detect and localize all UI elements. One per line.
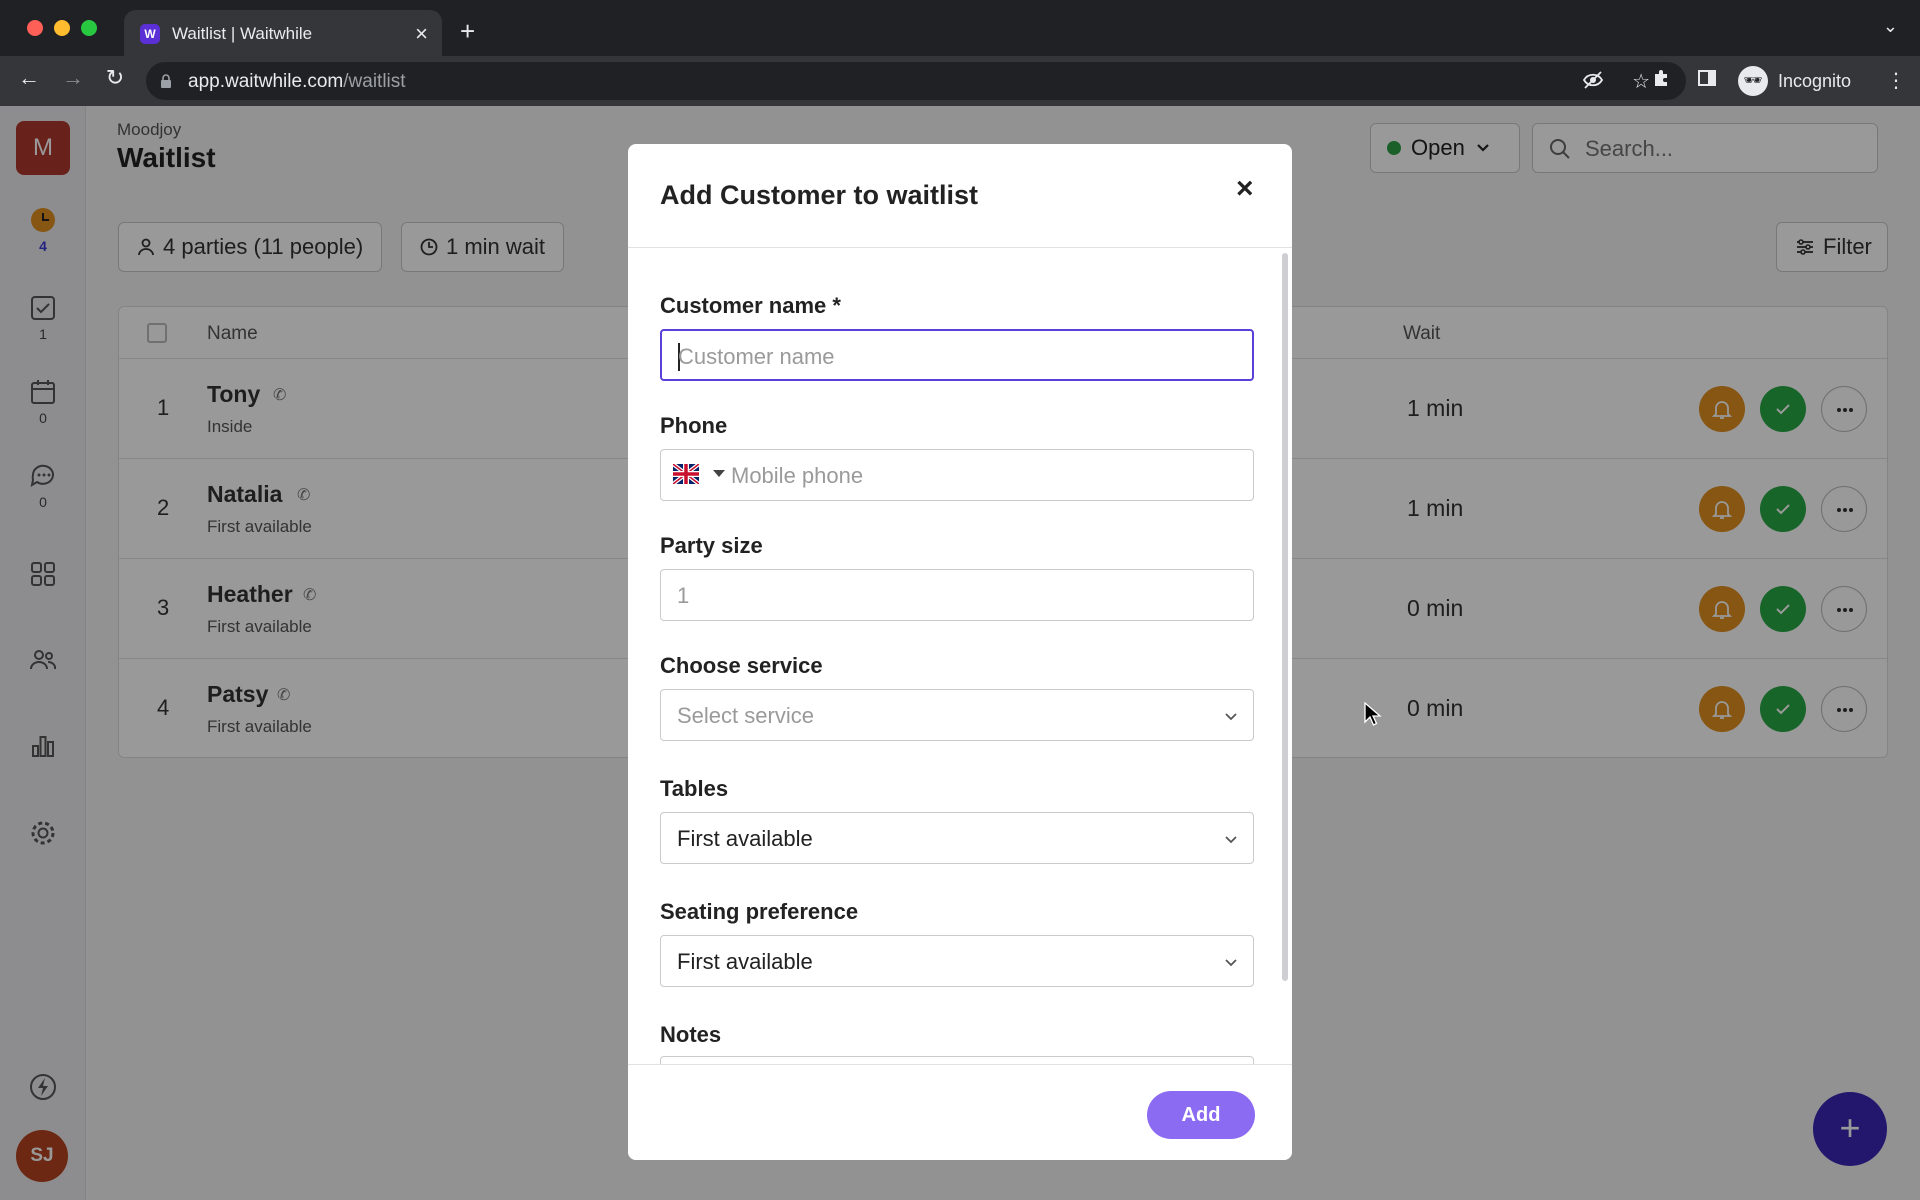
seating-preference-label: Seating preference: [660, 899, 859, 924]
dialog-scrollbar[interactable]: [1282, 253, 1288, 981]
incognito-label: Incognito: [1778, 70, 1852, 91]
mouse-cursor-icon: [1364, 702, 1382, 726]
customer-name-label: Customer name *: [660, 293, 841, 318]
waitwhile-favicon-icon: W: [140, 24, 160, 44]
country-dropdown-caret-icon[interactable]: [713, 470, 725, 477]
tables-label: Tables: [660, 776, 729, 801]
bookmark-star-icon[interactable]: ☆: [1632, 69, 1650, 94]
browser-toolbar: ← → ↻ app.waitwhile.com/waitlist ☆ 🕶 Inc…: [0, 56, 1920, 106]
window-close-button[interactable]: [27, 20, 43, 36]
url-text: app.waitwhile.com/waitlist: [188, 71, 406, 93]
extensions-puzzle-icon[interactable]: [1652, 68, 1672, 94]
window-minimize-button[interactable]: [54, 20, 70, 36]
seating-preference-select[interactable]: First available: [660, 935, 1254, 987]
address-bar[interactable]: app.waitwhile.com/waitlist ☆: [146, 62, 1686, 100]
chevron-down-icon: [1225, 713, 1237, 721]
url-path: /waitlist: [343, 71, 406, 92]
service-select[interactable]: Select service: [660, 689, 1254, 741]
party-size-label: Party size: [660, 533, 763, 558]
tab-title: Waitlist | Waitwhile: [172, 24, 313, 43]
party-size-placeholder: 1: [677, 583, 690, 608]
lock-icon: [161, 74, 171, 88]
dialog-title: Add Customer to waitlist: [660, 180, 979, 210]
add-customer-dialog: Add Customer to waitlist × Customer name…: [628, 144, 1292, 1160]
close-icon[interactable]: ×: [1236, 172, 1254, 206]
phone-placeholder: Mobile phone: [731, 463, 864, 488]
back-arrow-icon[interactable]: ←: [14, 65, 44, 91]
eye-slash-icon[interactable]: [1582, 69, 1604, 97]
dialog-footer: Add: [628, 1064, 1292, 1160]
new-tab-icon[interactable]: +: [460, 16, 475, 47]
chevron-down-icon: [1225, 836, 1237, 844]
notes-label: Notes: [660, 1022, 722, 1047]
phone-input[interactable]: Mobile phone: [660, 449, 1254, 501]
browser-tab[interactable]: W Waitlist | Waitwhile ×: [124, 10, 442, 56]
tables-value: First available: [677, 826, 813, 851]
party-size-input[interactable]: 1: [660, 569, 1254, 621]
service-label: Choose service: [660, 653, 823, 678]
browser-menu-icon[interactable]: ⋮: [1886, 68, 1906, 93]
customer-name-placeholder: Customer name: [678, 344, 835, 369]
uk-flag-icon: [673, 464, 699, 484]
phone-label: Phone: [660, 413, 728, 438]
side-panel-icon[interactable]: [1697, 68, 1717, 94]
incognito-profile-button[interactable]: 🕶 Incognito: [1738, 64, 1851, 98]
customer-name-input[interactable]: Customer name: [660, 329, 1254, 381]
browser-tab-bar: W Waitlist | Waitwhile × + ⌄: [0, 0, 1920, 56]
tables-select[interactable]: First available: [660, 812, 1254, 864]
url-host: app.waitwhile.com: [188, 71, 344, 92]
add-button[interactable]: Add: [1147, 1091, 1255, 1139]
dialog-header: Add Customer to waitlist ×: [628, 144, 1292, 248]
window-zoom-button[interactable]: [81, 20, 97, 36]
forward-arrow-icon[interactable]: →: [58, 65, 88, 91]
service-placeholder: Select service: [677, 703, 814, 728]
tab-close-icon[interactable]: ×: [415, 21, 428, 47]
reload-icon[interactable]: ↻: [100, 65, 130, 91]
seating-preference-value: First available: [677, 949, 813, 974]
tab-search-chevron-icon[interactable]: ⌄: [1883, 16, 1898, 37]
incognito-icon: 🕶: [1738, 66, 1768, 96]
chevron-down-icon: [1225, 959, 1237, 967]
